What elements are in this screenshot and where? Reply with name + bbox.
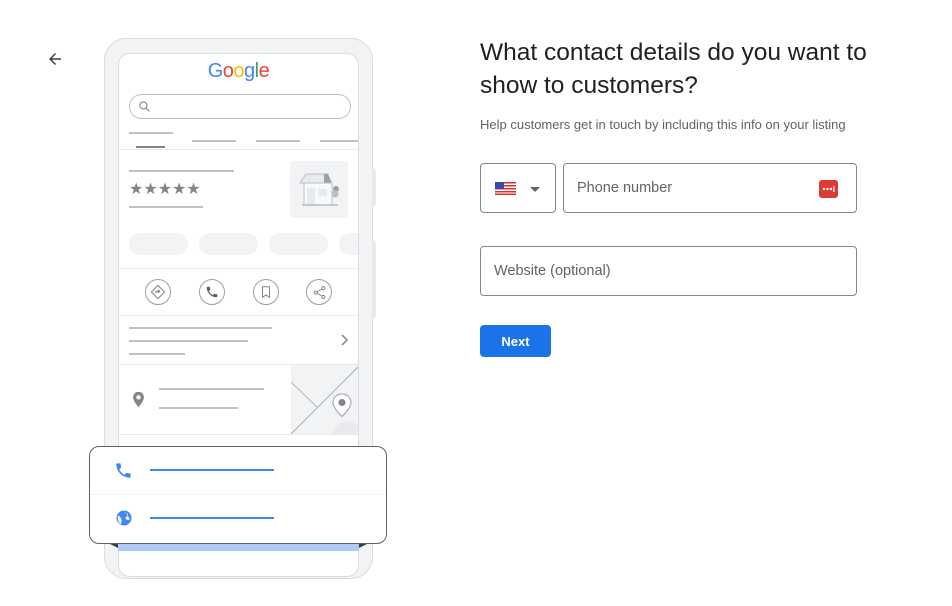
page-title: What contact details do you want to show… [480, 39, 867, 99]
mock-phone-line [150, 469, 274, 471]
mock-tab [256, 140, 300, 142]
globe-icon [116, 510, 132, 526]
password-manager-icon[interactable] [819, 180, 838, 198]
bookmark-icon [261, 286, 271, 299]
mock-text-line [129, 327, 272, 329]
us-flag-icon [495, 182, 516, 195]
mock-call-button [199, 279, 225, 305]
back-button[interactable] [42, 46, 68, 72]
map-thumbnail [291, 365, 358, 434]
search-icon [139, 101, 150, 112]
mock-text-line [129, 206, 203, 208]
divider [119, 434, 358, 435]
divider [119, 268, 358, 269]
storefront-icon [299, 173, 339, 206]
phone-button [372, 168, 376, 206]
mock-search-bar [129, 94, 351, 119]
website-field[interactable] [480, 246, 857, 296]
mock-website-line [150, 517, 274, 519]
phone-icon [116, 463, 131, 478]
phone-icon [206, 286, 218, 298]
phone-number-input[interactable] [564, 164, 856, 212]
divider [90, 494, 386, 495]
divider [119, 315, 358, 316]
website-input[interactable] [481, 247, 856, 295]
mock-text-line [159, 388, 264, 390]
mock-chip [269, 233, 328, 255]
chevron-right-icon [341, 334, 349, 346]
directions-icon [150, 284, 166, 300]
mock-chip [129, 233, 188, 255]
mock-share-button [306, 279, 332, 305]
phone-number-field[interactable] [563, 163, 857, 213]
arrow-left-icon [49, 53, 61, 65]
location-pin-icon [133, 391, 144, 408]
mock-tab [192, 140, 236, 142]
mock-text-line [129, 340, 248, 342]
mock-save-button [253, 279, 279, 305]
mock-chip [339, 233, 358, 255]
share-icon [313, 285, 325, 299]
mock-tab [129, 132, 173, 134]
mock-directions-button [145, 279, 171, 305]
mock-text-line [159, 407, 238, 409]
mock-tab [320, 140, 358, 142]
chevron-down-icon [530, 187, 540, 192]
country-code-select[interactable] [480, 163, 556, 213]
phone-button [372, 240, 376, 318]
divider [119, 149, 358, 150]
storefront-thumbnail [290, 161, 348, 218]
rating-stars: ★★★★★ [129, 181, 201, 198]
mock-text-line [129, 170, 234, 172]
map-icon [291, 366, 358, 434]
page-subtitle: Help customers get in touch by including… [480, 117, 846, 132]
google-logo: Google [207, 60, 270, 82]
next-button[interactable]: Next [480, 325, 551, 357]
contact-callout-card [89, 446, 387, 544]
mock-chip [199, 233, 258, 255]
mock-tab-indicator [136, 146, 165, 148]
mock-text-line [129, 353, 185, 355]
